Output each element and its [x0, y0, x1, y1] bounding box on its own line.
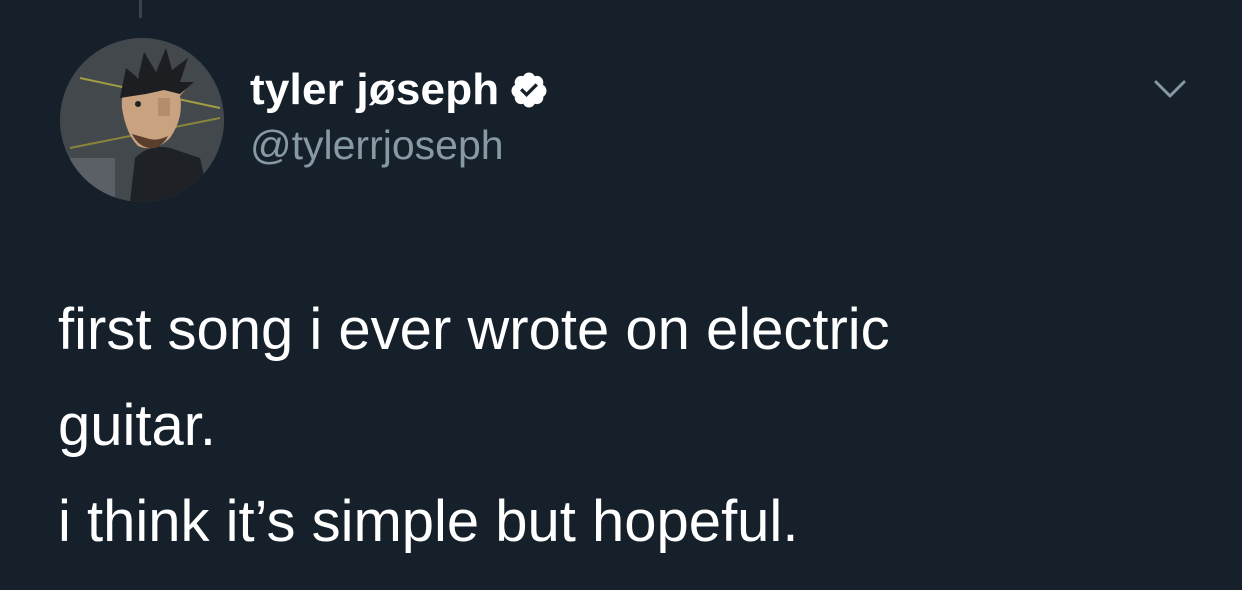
display-name[interactable]: tyler jøseph	[250, 65, 499, 115]
chevron-down-icon[interactable]	[1150, 74, 1190, 104]
name-row: tyler jøseph	[250, 62, 549, 118]
tweet-text-line: first song i ever wrote on electric	[58, 297, 890, 362]
verified-badge-icon	[509, 70, 549, 110]
thread-connector-line	[139, 0, 142, 18]
tweet-text: first song i ever wrote on electric guit…	[58, 282, 1178, 570]
tweet[interactable]: tyler jøseph @tylerrjoseph first song i …	[0, 0, 1242, 590]
author-info[interactable]: tyler jøseph @tylerrjoseph	[250, 62, 549, 169]
tweet-text-line: i think it’s simple but hopeful.	[58, 489, 799, 554]
tweet-text-line: guitar.	[58, 393, 216, 458]
avatar[interactable]	[60, 38, 224, 202]
user-handle[interactable]: @tylerrjoseph	[250, 122, 549, 169]
avatar-illustration	[60, 38, 224, 202]
